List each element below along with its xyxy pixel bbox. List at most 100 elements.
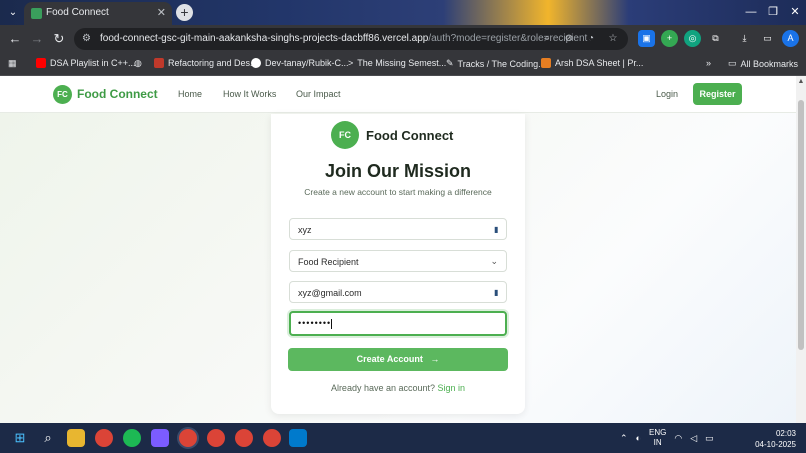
arrow-right-icon: →	[425, 354, 440, 364]
url-text[interactable]: food-connect-gsc-git-main-aakanksha-sing…	[100, 33, 587, 44]
more-bookmarks-icon[interactable]: »	[706, 58, 711, 68]
extension-icon[interactable]: ▣	[638, 30, 655, 47]
email-value: xyz@gmail.com	[298, 288, 362, 298]
site-logo-text[interactable]: Food Connect	[77, 87, 158, 101]
terminal-icon: >	[348, 58, 354, 68]
file-explorer-icon[interactable]	[67, 429, 85, 447]
bookmark-globe[interactable]: ◍	[134, 58, 142, 69]
password-field[interactable]: ••••••••	[289, 311, 507, 336]
windows-start-icon[interactable]: ⊞	[11, 429, 29, 447]
signin-row: Already have an account? Sign in	[271, 383, 525, 393]
tab-strip: ⌄ Food Connect ✕ + — ❐ ✕	[0, 0, 806, 25]
forward-icon[interactable]: →	[28, 30, 46, 48]
extension-gpt-icon[interactable]: ◎	[684, 30, 701, 47]
bookmark-item[interactable]: ✎ Tracks / The Coding...	[446, 58, 546, 69]
text-caret	[331, 318, 333, 329]
download-icon[interactable]: ⤓	[736, 30, 753, 47]
autofill-icon[interactable]: ▮	[494, 287, 503, 298]
youtube-icon	[36, 58, 46, 68]
address-bar[interactable]: ⚙ food-connect-gsc-git-main-aakanksha-si…	[74, 28, 628, 50]
create-account-button[interactable]: Create Account →	[288, 348, 508, 371]
zoom-icon[interactable]: ⌕	[540, 31, 554, 47]
password-mask: ••••••••	[298, 318, 333, 329]
autofill-icon[interactable]: ▮	[494, 224, 503, 235]
back-icon[interactable]: ←	[6, 30, 24, 48]
puzzle-icon[interactable]: ⧉	[707, 30, 724, 47]
wifi-icon[interactable]: ◠	[674, 433, 682, 444]
scroll-up-icon[interactable]: ▲	[797, 78, 805, 86]
nav-our-impact[interactable]: Our Impact	[296, 89, 341, 99]
site-icon	[154, 58, 164, 68]
bookmark-item[interactable]: Arsh DSA Sheet | Pr...	[541, 58, 643, 68]
name-input[interactable]: xyz ▮	[289, 218, 507, 240]
signin-prompt: Already have an account?	[330, 383, 436, 393]
bookmark-item[interactable]: DSA Playlist in C++...	[36, 58, 136, 68]
nav-home[interactable]: Home	[178, 89, 202, 99]
nav-how-it-works[interactable]: How It Works	[223, 89, 276, 99]
tab-favicon-icon	[31, 8, 42, 19]
maximize-icon[interactable]: ❐	[762, 0, 784, 25]
extension-plus-icon[interactable]: +	[661, 30, 678, 47]
chrome-profile-icon[interactable]	[235, 429, 253, 447]
performance-icon[interactable]: ◔	[584, 31, 598, 47]
bookmark-star-icon[interactable]: ☆	[606, 31, 620, 47]
windows-taskbar: ⊞ ⌕ ⌃ ◐ ENG IN ◠ ◁ ▭ 02:03 04-10-2025	[0, 423, 806, 453]
browser-tab[interactable]: Food Connect ✕	[24, 2, 172, 25]
register-button[interactable]: Register	[693, 83, 742, 105]
bookmark-item[interactable]: Dev-tanay/Rubik-C...	[251, 58, 349, 68]
role-select[interactable]: Food Recipient ⌄	[289, 250, 507, 272]
system-tray: ⌃ ◐ ENG IN ◠ ◁ ▭	[620, 423, 714, 453]
globe-icon: ◍	[134, 58, 142, 68]
create-account-label: Create Account	[356, 354, 423, 364]
all-bookmarks[interactable]: ▭ All Bookmarks	[728, 58, 798, 69]
close-window-icon[interactable]: ✕	[784, 0, 806, 25]
chevron-up-icon[interactable]: ⌃	[620, 433, 628, 444]
search-icon[interactable]: ⌕	[39, 429, 57, 447]
page-viewport: FC Food Connect Home How It Works Our Im…	[0, 76, 796, 423]
register-card: FC Food Connect Join Our Mission Create …	[271, 114, 525, 414]
site-logo-badge[interactable]: FC	[53, 85, 72, 104]
time: 02:03	[775, 429, 796, 438]
tray-app-icon[interactable]: ◐	[636, 433, 641, 443]
github-icon	[251, 58, 261, 68]
page-title: Join Our Mission	[324, 161, 471, 181]
browser-toolbar: ← → ↻ ⚙ food-connect-gsc-git-main-aakank…	[0, 25, 806, 53]
folder-icon: ▭	[727, 58, 737, 68]
login-link[interactable]: Login	[656, 89, 678, 99]
vscode-icon[interactable]	[289, 429, 307, 447]
bookmark-item[interactable]: > The Missing Semest...	[348, 58, 446, 68]
spotify-icon[interactable]	[123, 429, 141, 447]
chevron-down-icon: ⌄	[490, 256, 498, 266]
new-tab-button[interactable]: +	[176, 4, 193, 21]
clock[interactable]: 02:03 04-10-2025	[755, 428, 796, 450]
language-indicator[interactable]: ENG IN	[649, 428, 666, 448]
chrome-icon[interactable]	[95, 429, 113, 447]
tab-title: Food Connect	[46, 7, 109, 18]
side-panel-icon[interactable]: ▭	[759, 30, 776, 47]
date: 04-10-2025	[755, 440, 796, 449]
site-info-icon[interactable]: ⚙	[82, 32, 96, 46]
scroll-thumb[interactable]	[798, 100, 804, 350]
chrome-profile-icon[interactable]	[207, 429, 225, 447]
arsh-icon	[541, 58, 551, 68]
volume-icon[interactable]: ◁	[690, 433, 697, 444]
email-field[interactable]: xyz@gmail.com ▮	[289, 281, 507, 303]
close-tab-icon[interactable]: ✕	[157, 6, 166, 19]
role-value: Food Recipient	[298, 257, 359, 267]
battery-icon[interactable]: ▭	[705, 433, 714, 444]
profile-avatar[interactable]: A	[782, 30, 799, 47]
copilot-icon[interactable]	[151, 429, 169, 447]
minimize-icon[interactable]: —	[740, 0, 762, 25]
card-logo-badge: FC	[331, 121, 359, 149]
page-scrollbar[interactable]: ▲	[796, 76, 806, 423]
reload-icon[interactable]: ↻	[50, 30, 68, 48]
bookmark-item[interactable]: Refactoring and Des...	[154, 58, 258, 68]
window-controls: — ❐ ✕	[740, 0, 806, 25]
signin-link[interactable]: Sign in	[438, 383, 466, 393]
page-subtitle: Create a new account to start making a d…	[304, 187, 492, 197]
chrome-profile-icon[interactable]	[179, 429, 197, 447]
eye-off-icon[interactable]: ⊘	[562, 31, 576, 47]
apps-grid-icon[interactable]: ▦	[8, 58, 17, 69]
chrome-profile-icon[interactable]	[263, 429, 281, 447]
tab-search-icon[interactable]: ⌄	[4, 4, 22, 21]
